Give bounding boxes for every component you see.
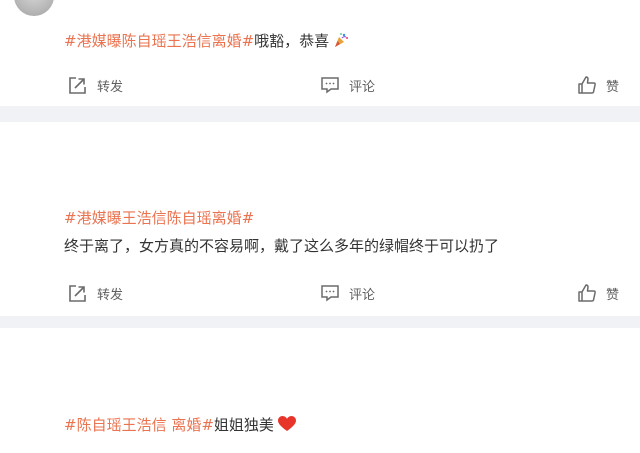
comment-label: 评论 [349,79,376,95]
party-popper-icon [333,32,349,52]
post-2-hashtag[interactable]: #港媒曝王浩信陈自瑶离婚# [64,209,254,227]
like-button[interactable]: 赞 [577,73,619,97]
repost-button[interactable]: 转发 [67,281,123,305]
repost-label: 转发 [97,287,124,303]
repost-button[interactable]: 转发 [67,73,123,97]
post-2-hashtag-line: #港媒曝王浩信陈自瑶离婚# [64,207,254,228]
repost-label: 转发 [97,79,124,95]
comment-button[interactable]: 评论 [320,281,375,305]
comment-button[interactable]: 评论 [320,73,375,97]
post-1-text: #港媒曝陈自瑶王浩信离婚#哦豁，恭喜 [64,30,349,52]
repost-icon [67,75,88,96]
post-1-body: 哦豁，恭喜 [254,32,330,50]
separator [0,316,640,328]
repost-icon [67,283,88,304]
post-1-actions: 转发 评论 赞 [0,73,640,97]
post-3-text: #陈自瑶王浩信 离婚#姐姐独美 [64,414,296,436]
like-button[interactable]: 赞 [577,281,619,305]
like-label: 赞 [606,79,620,95]
post-1-hashtag[interactable]: #港媒曝陈自瑶王浩信离婚# [64,32,254,50]
red-heart-icon [277,416,296,436]
comment-icon [320,75,340,95]
like-label: 赞 [606,287,620,303]
post-2-actions: 转发 评论 赞 [0,281,640,305]
avatar[interactable] [14,0,54,16]
separator [0,106,640,122]
thumbs-up-icon [577,75,597,95]
post-3-hashtag[interactable]: #陈自瑶王浩信 离婚# [64,416,214,434]
post-2-body: 终于离了，女方真的不容易啊，戴了这么多年的绿帽终于可以扔了 [64,237,500,255]
post-3-body: 姐姐独美 [213,416,274,434]
thumbs-up-icon [577,283,597,303]
comment-label: 评论 [349,287,376,303]
comment-icon [320,283,340,303]
